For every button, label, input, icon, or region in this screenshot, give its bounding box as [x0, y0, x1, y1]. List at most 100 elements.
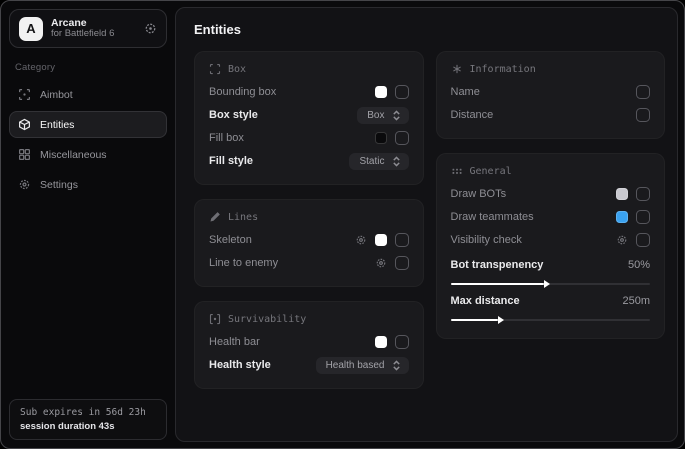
max-distance-slider[interactable] [451, 319, 651, 321]
gear-icon[interactable] [616, 234, 628, 246]
apps-grid-icon [18, 148, 31, 161]
app-subtitle: for Battlefield 6 [51, 29, 136, 40]
box-card: Box Bounding box Box style Box [194, 51, 424, 185]
slider-fill [451, 283, 545, 285]
category-label: Category [15, 62, 167, 73]
setting-label: Health bar [209, 336, 260, 348]
app-meta: Arcane for Battlefield 6 [51, 17, 136, 40]
setting-label: Fill box [209, 132, 244, 144]
box-style-dropdown[interactable]: Box [357, 107, 408, 124]
color-swatch[interactable] [375, 132, 387, 144]
sidebar: A Arcane for Battlefield 6 Category Aimb… [1, 1, 175, 448]
gear-icon[interactable] [375, 257, 387, 269]
sync-icon[interactable] [144, 22, 157, 35]
setting-row-draw-teammates: Draw teammates [451, 206, 651, 228]
sidebar-item-label: Aimbot [40, 89, 73, 101]
survivability-card: Survivability Health bar Health style He… [194, 301, 424, 389]
checkbox[interactable] [395, 256, 409, 270]
setting-label: Draw teammates [451, 211, 534, 223]
sidebar-item-settings[interactable]: Settings [9, 171, 167, 198]
setting-row-bounding-box: Bounding box [209, 81, 409, 103]
left-column: Box Bounding box Box style Box [194, 51, 424, 389]
main-panel: Entities Box Bounding box [175, 7, 678, 442]
app-logo: A [19, 17, 43, 41]
app-header-card: A Arcane for Battlefield 6 [9, 9, 167, 48]
setting-label: Line to enemy [209, 257, 278, 269]
fill-style-dropdown[interactable]: Static [349, 153, 408, 170]
lines-card: Lines Skeleton Line to enem [194, 199, 424, 287]
setting-row-distance: Distance [451, 104, 651, 126]
checkbox[interactable] [636, 187, 650, 201]
card-title: General [470, 166, 512, 177]
health-icon [209, 313, 221, 325]
card-title: Information [470, 64, 536, 75]
lines-card-header: Lines [209, 211, 409, 223]
general-card-header: General [451, 165, 651, 177]
box-icon [209, 63, 221, 75]
sidebar-item-entities[interactable]: Entities [9, 111, 167, 138]
bot-transparency-slider[interactable] [451, 283, 651, 285]
sub-expires-text: Sub expires in 56d 23h [20, 407, 156, 418]
checkbox[interactable] [395, 335, 409, 349]
information-card-header: Information [451, 63, 651, 75]
setting-label: Visibility check [451, 234, 522, 246]
setting-row-bot-transparency: Bot transpenency 50% [451, 254, 651, 276]
setting-row-line-to-enemy: Line to enemy [209, 252, 409, 274]
dropdown-value: Health based [326, 360, 385, 371]
card-title: Box [228, 64, 246, 75]
setting-label: Draw BOTs [451, 188, 507, 200]
max-distance-group: Max distance 250m [451, 290, 651, 321]
sidebar-item-label: Settings [40, 179, 78, 191]
checkbox[interactable] [636, 85, 650, 99]
checkbox[interactable] [636, 210, 650, 224]
color-swatch[interactable] [616, 188, 628, 200]
setting-row-box-style: Box style Box [209, 104, 409, 126]
setting-row-health-bar: Health bar [209, 331, 409, 353]
chevron-updown-icon [392, 110, 401, 121]
app-window: A Arcane for Battlefield 6 Category Aimb… [0, 0, 685, 449]
setting-label: Name [451, 86, 480, 98]
card-title: Lines [228, 212, 258, 223]
setting-row-fill-style: Fill style Static [209, 150, 409, 172]
setting-row-draw-bots: Draw BOTs [451, 183, 651, 205]
setting-label: Fill style [209, 155, 253, 167]
setting-row-max-distance: Max distance 250m [451, 290, 651, 312]
checkbox[interactable] [395, 85, 409, 99]
checkbox[interactable] [395, 131, 409, 145]
crosshair-icon [18, 88, 31, 101]
checkbox[interactable] [636, 108, 650, 122]
information-icon [451, 63, 463, 75]
sidebar-item-miscellaneous[interactable]: Miscellaneous [9, 141, 167, 168]
gear-icon[interactable] [355, 234, 367, 246]
information-card: Information Name Distance [436, 51, 666, 139]
checkbox[interactable] [636, 233, 650, 247]
setting-label: Health style [209, 359, 271, 371]
card-title: Survivability [228, 314, 306, 325]
page-title: Entities [194, 22, 665, 37]
slider-value: 50% [628, 259, 650, 271]
slider-value: 250m [622, 295, 650, 307]
gear-icon [18, 178, 31, 191]
setting-label: Bounding box [209, 86, 276, 98]
right-column: Information Name Distance [436, 51, 666, 389]
color-swatch[interactable] [616, 211, 628, 223]
setting-row-fill-box: Fill box [209, 127, 409, 149]
general-card: General Draw BOTs Draw teammates [436, 153, 666, 339]
color-swatch[interactable] [375, 234, 387, 246]
survivability-card-header: Survivability [209, 313, 409, 325]
dropdown-value: Static [359, 156, 384, 167]
sidebar-item-label: Miscellaneous [40, 149, 107, 161]
chevron-updown-icon [392, 156, 401, 167]
sidebar-item-aimbot[interactable]: Aimbot [9, 81, 167, 108]
setting-label: Skeleton [209, 234, 252, 246]
dropdown-value: Box [367, 110, 384, 121]
box-card-header: Box [209, 63, 409, 75]
session-duration-text: session duration 43s [20, 421, 156, 432]
color-swatch[interactable] [375, 86, 387, 98]
setting-label: Bot transpenency [451, 259, 544, 271]
pencil-icon [209, 211, 221, 223]
setting-label: Box style [209, 109, 258, 121]
health-style-dropdown[interactable]: Health based [316, 357, 409, 374]
color-swatch[interactable] [375, 336, 387, 348]
checkbox[interactable] [395, 233, 409, 247]
